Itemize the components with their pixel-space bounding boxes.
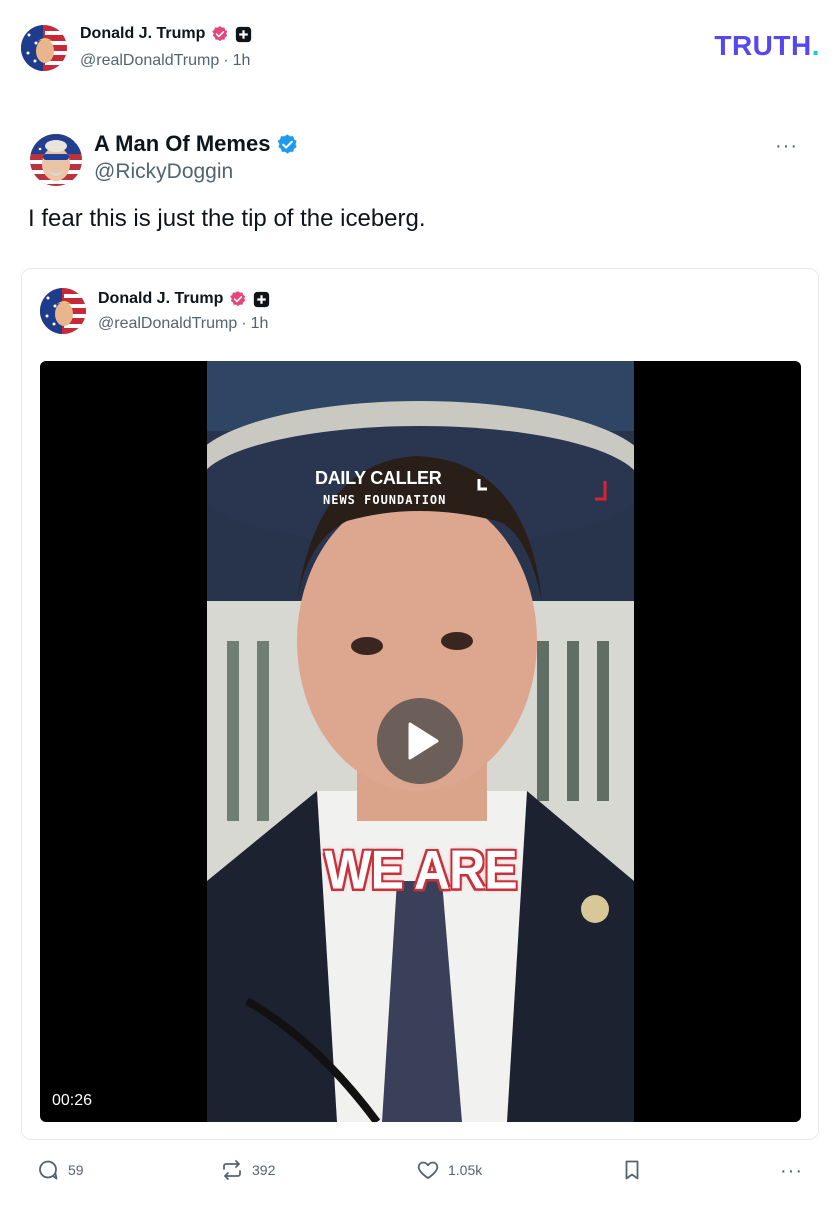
reply-icon xyxy=(36,1158,60,1182)
retruth-button[interactable]: 392 xyxy=(220,1158,275,1182)
quoted-author-handle-row: @realDonaldTrump · 1h xyxy=(98,315,268,333)
quoted-author-name[interactable]: Donald J. Trump xyxy=(98,290,223,308)
like-icon xyxy=(416,1158,440,1182)
quoted-separator: · xyxy=(241,315,247,332)
bookmark-icon xyxy=(620,1158,644,1182)
daily-caller-watermark: DAILY CALLER NEWS FOUNDATION xyxy=(315,468,446,507)
post-more-icon[interactable]: ··· xyxy=(775,135,798,158)
quoted-author-handle[interactable]: @realDonaldTrump xyxy=(98,315,237,332)
more-icon[interactable]: ··· xyxy=(780,1160,803,1183)
action-bar: 59 392 1.05k ··· xyxy=(0,1158,840,1192)
post-text: I fear this is just the tip of the icebe… xyxy=(28,205,426,232)
video-caption: WE ARE xyxy=(324,839,517,901)
retruth-count: 392 xyxy=(252,1162,276,1178)
post-author-name[interactable]: A Man Of Memes xyxy=(94,131,270,157)
quoted-author-name-row: Donald J. Trump xyxy=(98,290,270,308)
post-author-avatar[interactable] xyxy=(30,134,82,186)
header-name-row: Donald J. Trump xyxy=(80,25,252,43)
post-author-handle[interactable]: @RickyDoggin xyxy=(94,160,233,184)
header-avatar[interactable] xyxy=(21,25,67,71)
quoted-time[interactable]: 1h xyxy=(251,315,269,332)
truth-logo[interactable]: TRUTH. xyxy=(714,30,820,62)
header-time[interactable]: 1h xyxy=(233,52,251,69)
video-duration: 00:26 xyxy=(52,1092,93,1109)
post-author-name-row: A Man Of Memes xyxy=(94,131,299,157)
reply-count: 59 xyxy=(68,1162,84,1178)
truth-logo-text: TRUTH xyxy=(714,30,812,61)
play-icon[interactable] xyxy=(377,698,463,784)
truth-logo-dot: . xyxy=(811,30,820,61)
retruth-icon xyxy=(220,1158,244,1182)
header-name[interactable]: Donald J. Trump xyxy=(80,25,205,43)
verified-icon xyxy=(276,133,299,156)
reply-button[interactable]: 59 xyxy=(36,1158,84,1182)
plus-badge-icon xyxy=(253,291,270,308)
header-handle-row: @realDonaldTrump · 1h xyxy=(80,52,250,70)
watermark-main: DAILY CALLER xyxy=(315,468,442,488)
verified-icon xyxy=(211,25,229,43)
quoted-post-card[interactable]: Donald J. Trump @realDonaldTrump · 1h DA… xyxy=(21,268,819,1140)
plus-badge-icon xyxy=(235,26,252,43)
header-handle[interactable]: @realDonaldTrump xyxy=(80,52,219,69)
video-player[interactable]: DAILY CALLER NEWS FOUNDATION WE ARE 00:2… xyxy=(40,361,801,1122)
verified-icon xyxy=(229,290,247,308)
bookmark-button[interactable] xyxy=(620,1158,644,1182)
like-button[interactable]: 1.05k xyxy=(416,1158,482,1182)
header-separator: · xyxy=(223,52,229,69)
like-count: 1.05k xyxy=(448,1162,483,1178)
watermark-sub: NEWS FOUNDATION xyxy=(323,493,447,507)
quoted-author-avatar[interactable] xyxy=(40,288,86,334)
